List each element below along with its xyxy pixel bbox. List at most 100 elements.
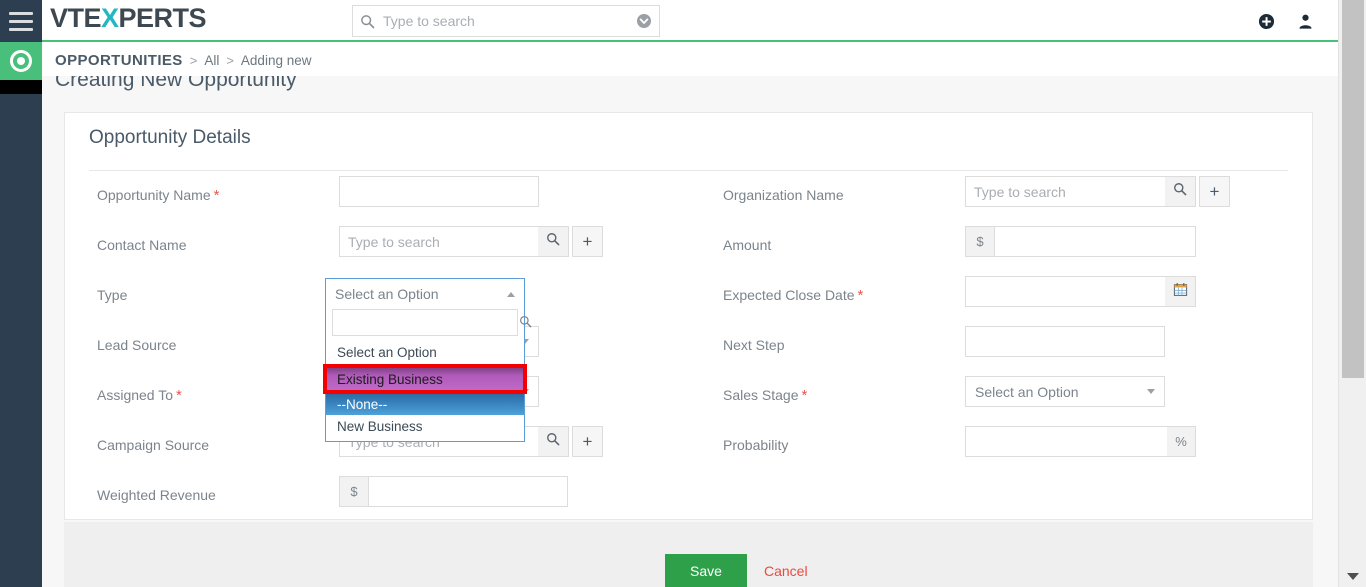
sales-stage-select[interactable]: Select an Option [965,376,1165,407]
campaign-source-search-button[interactable] [538,426,569,457]
expected-close-date-input[interactable] [965,276,1165,307]
scrollbar-thumb[interactable] [1342,0,1364,378]
field-row-expected-close-date: Expected Close Date * [715,273,1335,323]
field-row-contact-name: Contact Name Type to search + [89,223,709,273]
hamburger-menu-button[interactable] [0,0,42,42]
breadcrumb-current: Adding new [240,52,312,68]
campaign-source-add-button[interactable]: + [572,426,603,457]
field-label: Campaign Source [97,437,210,453]
plus-circle-icon[interactable] [1258,13,1275,30]
calendar-icon [1173,282,1188,302]
type-option-new-business[interactable]: New Business [326,415,524,438]
hamburger-menu-icon [9,19,33,23]
next-step-input[interactable] [965,326,1165,357]
organization-name-input[interactable] [965,176,1165,207]
field-row-sales-stage: Sales Stage * Select an Option [715,373,1335,423]
chevron-up-icon [507,291,515,297]
app-logo[interactable]: VTEXPERTS [50,3,207,34]
weighted-revenue-input[interactable] [368,476,568,507]
sidebar-item-opportunities[interactable] [0,42,42,80]
contact-name-search-button[interactable] [538,226,569,257]
field-control: Select an Option [965,376,1165,407]
field-row-weighted-revenue: Weighted Revenue $ [89,473,709,523]
plus-icon: + [1209,182,1220,201]
field-row-organization-name: Organization Name Type to search + [715,173,1335,223]
weighted-revenue-group: $ [339,476,568,507]
type-option-existing-business[interactable]: Existing Business [324,365,526,393]
breadcrumb-view[interactable]: All [204,53,219,68]
type-select-toggle[interactable]: Select an Option [326,279,524,309]
type-option-select-an-option[interactable]: Select an Option [326,341,524,364]
hamburger-menu-icon [9,27,33,31]
organization-name-search-button[interactable] [1165,176,1196,207]
currency-prefix: $ [339,476,368,507]
amount-group: $ [965,226,1196,257]
search-icon [519,315,532,331]
left-sidebar [0,0,42,587]
type-select-search-wrap [326,309,532,341]
type-select-dropdown: Select an Option Select an Option Existi… [324,278,532,442]
field-label: Expected Close Date * [723,287,863,304]
plus-icon: + [582,432,593,451]
field-label: Probability [723,437,789,453]
application-window: VTEXPERTS Creating New Opportunity Oppo [0,0,1366,587]
type-select-search-box[interactable] [332,309,532,336]
field-control: + [339,226,603,257]
breadcrumb-module[interactable]: OPPORTUNITIES [55,52,183,69]
field-row-amount: Amount $ [715,223,1335,273]
field-label: Amount [723,237,772,253]
expected-close-date-calendar-button[interactable] [1165,276,1196,307]
field-row-next-step: Next Step [715,323,1335,373]
plus-icon: + [582,232,593,251]
top-navigation-bar: VTEXPERTS [42,0,1338,42]
field-row-opportunity-name: Opportunity Name * [89,173,709,223]
field-label: Sales Stage * [723,387,807,404]
global-search-input[interactable] [381,12,629,30]
logo-text-x: X [101,3,119,33]
vertical-scrollbar[interactable] [1338,0,1366,587]
field-label: Assigned To * [97,387,182,404]
field-label: Organization Name [723,187,844,203]
form-column-right: Organization Name Type to search + Amoun… [715,173,1335,473]
user-icon[interactable] [1297,13,1314,30]
field-row-probability: Probability % [715,423,1335,473]
contact-name-search-group [339,226,569,257]
field-control: $ [339,476,568,507]
search-icon [353,14,381,29]
chevron-down-circle-icon[interactable] [629,13,659,29]
cancel-button[interactable]: Cancel [764,563,808,579]
form-grid: Opportunity Name * Contact Name Type to … [65,173,1312,519]
chevron-down-icon [1147,389,1155,394]
type-select-option-list: Select an Option Existing Business --Non… [324,341,526,441]
field-label: Contact Name [97,237,187,253]
field-control [965,326,1165,357]
contact-name-add-button[interactable]: + [572,226,603,257]
opportunity-details-card: Opportunity Details Opportunity Name * Co… [64,112,1313,520]
currency-prefix: $ [965,226,994,257]
selected-value: Select an Option [975,383,1079,400]
form-footer: Save Cancel [64,522,1313,587]
breadcrumb-separator: > [226,52,234,68]
field-label: Type [97,287,128,303]
probability-input[interactable] [965,426,1167,457]
save-button[interactable]: Save [665,554,747,587]
amount-input[interactable] [994,226,1196,257]
search-icon [546,232,560,251]
organization-name-add-button[interactable]: + [1199,176,1230,207]
required-marker: * [801,387,808,404]
opportunity-name-input[interactable] [339,176,539,207]
field-label: Weighted Revenue [97,487,216,503]
card-header: Opportunity Details [89,127,1288,171]
organization-name-search-group [965,176,1196,207]
label-text: Sales Stage [723,387,799,403]
global-search-box[interactable] [352,5,660,37]
label-text: Assigned To [97,387,174,403]
percent-suffix: % [1167,426,1196,457]
field-label: Lead Source [97,337,177,353]
field-control: % [965,426,1196,457]
type-option-none[interactable]: --None-- [326,394,524,415]
required-marker: * [213,187,220,204]
type-select-search-input[interactable] [339,314,519,331]
contact-name-input[interactable] [339,226,538,257]
scrollbar-down-button[interactable] [1339,567,1366,585]
